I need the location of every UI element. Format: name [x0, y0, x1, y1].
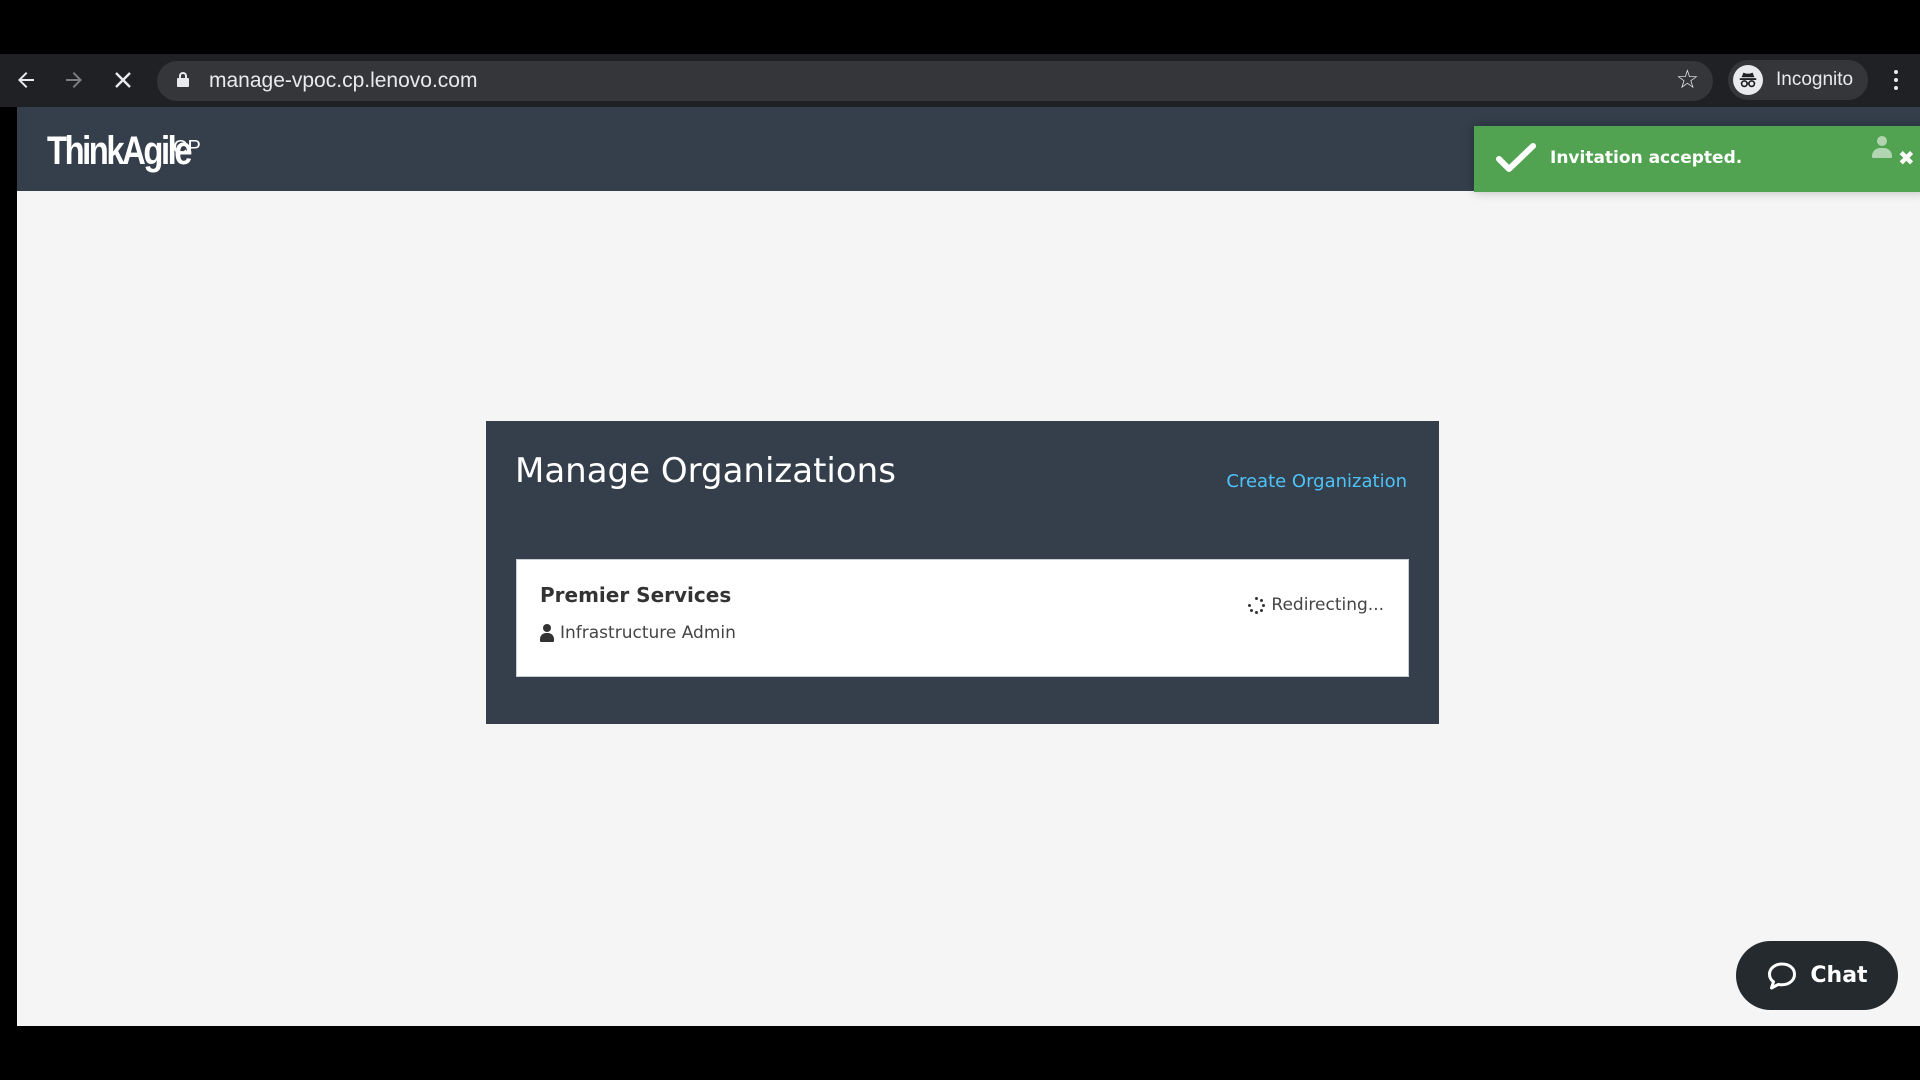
spinner-icon: [1248, 596, 1266, 614]
user-avatar-icon: [1872, 136, 1892, 160]
close-icon[interactable]: ✖: [1898, 146, 1915, 170]
incognito-profile-button[interactable]: Incognito: [1728, 60, 1868, 100]
organization-status: Redirecting...: [1248, 595, 1384, 615]
role-label: Infrastructure Admin: [560, 623, 736, 643]
organization-name: Premier Services: [540, 583, 732, 607]
toast-message: Invitation accepted.: [1550, 148, 1743, 168]
star-icon[interactable]: ☆: [1676, 66, 1699, 94]
checkmark-icon: [1496, 143, 1536, 172]
chat-label: Chat: [1810, 963, 1868, 988]
organization-card[interactable]: Premier Services Infrastructure Admin Re…: [516, 559, 1409, 677]
organization-role: Infrastructure Admin: [540, 623, 736, 643]
incognito-icon: [1733, 65, 1763, 95]
forward-arrow-icon[interactable]: [56, 62, 92, 98]
screen-left-edge: [0, 107, 17, 1026]
screen-top-bar: [0, 0, 1920, 54]
browser-toolbar: manage-vpoc.cp.lenovo.com ☆ Incognito: [0, 54, 1920, 107]
address-bar[interactable]: manage-vpoc.cp.lenovo.com ☆: [157, 61, 1713, 101]
lock-icon: [177, 72, 189, 88]
stop-loading-icon[interactable]: [105, 62, 141, 98]
screen-bottom-bar: [0, 1026, 1920, 1080]
success-toast[interactable]: Invitation accepted. ✖: [1474, 126, 1920, 192]
user-icon: [540, 624, 554, 642]
brand-subtitle: CP: [173, 137, 201, 159]
chat-bubble-icon: [1768, 962, 1797, 989]
kebab-menu-icon[interactable]: [1884, 64, 1908, 96]
chat-button[interactable]: Chat: [1736, 941, 1898, 1010]
create-organization-link[interactable]: Create Organization: [1226, 471, 1407, 492]
manage-organizations-panel: Manage Organizations Create Organization…: [486, 421, 1439, 724]
incognito-label: Incognito: [1776, 69, 1854, 90]
brand-logo[interactable]: ThinkAgile: [47, 129, 193, 174]
page-title: Manage Organizations: [515, 451, 896, 491]
status-label: Redirecting...: [1271, 595, 1384, 615]
back-arrow-icon[interactable]: [8, 62, 44, 98]
url-text[interactable]: manage-vpoc.cp.lenovo.com: [209, 69, 477, 93]
page-content: ThinkAgile CP Invitation accepted. ✖ Man…: [17, 107, 1920, 1026]
